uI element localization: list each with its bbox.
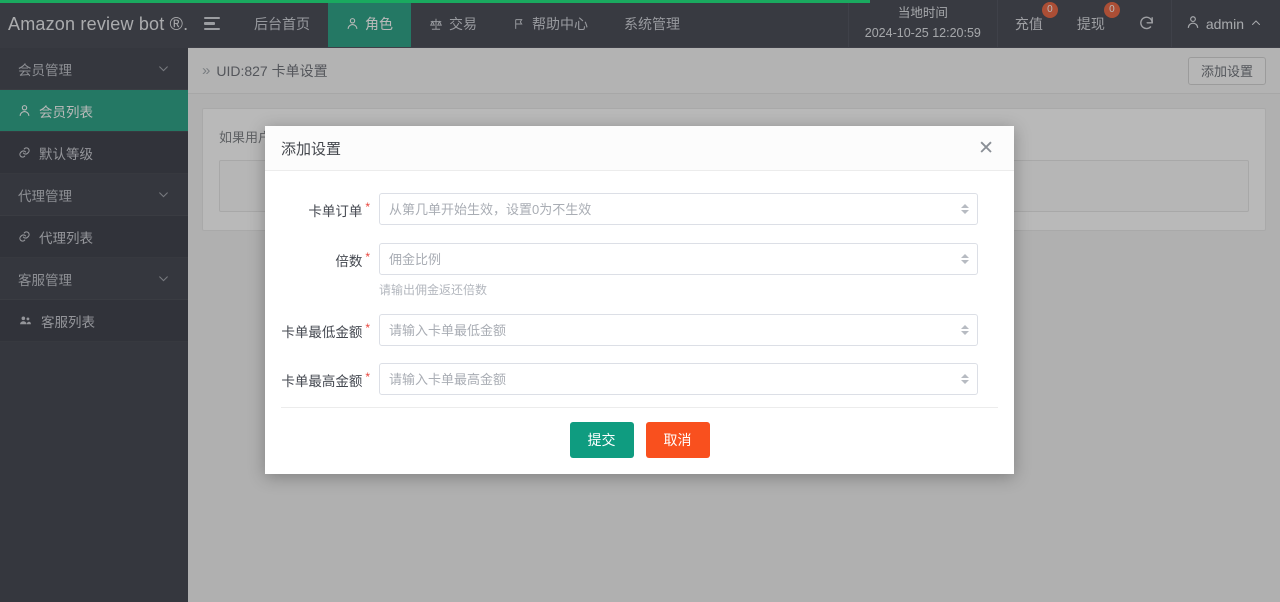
cancel-button[interactable]: 取消 — [645, 422, 710, 458]
required-marker: * — [365, 321, 370, 335]
multiplier-input[interactable] — [380, 244, 977, 274]
max-amount-stepper[interactable] — [958, 369, 972, 389]
form-label-card-order-text: 卡单订单 — [308, 204, 363, 219]
required-marker: * — [365, 200, 370, 214]
chevron-up-icon — [961, 325, 969, 329]
min-amount-stepper[interactable] — [958, 320, 972, 340]
chevron-up-icon — [961, 204, 969, 208]
min-amount-input-wrap[interactable] — [379, 314, 978, 346]
form-row-multiplier: 倍数 * — [265, 243, 1014, 275]
form-label-max-amount-text: 卡单最高金额 — [281, 374, 363, 389]
chevron-down-icon — [961, 210, 969, 214]
page-load-progress-bar — [0, 0, 871, 3]
card-order-input-wrap[interactable] — [379, 193, 978, 225]
form-label-min-amount: 卡单最低金额 * — [265, 314, 370, 341]
max-amount-input-wrap[interactable] — [379, 363, 978, 395]
dialog-body: 卡单订单 * 倍数 * — [265, 171, 1014, 399]
form-field-min-amount — [370, 314, 1014, 346]
form-label-multiplier-text: 倍数 — [335, 254, 363, 269]
multiplier-help-text: 请输出佣金返还倍数 — [379, 283, 488, 297]
dialog-header: 添加设置 ✕ — [265, 126, 1014, 171]
form-field-max-amount — [370, 363, 1014, 395]
multiplier-input-wrap[interactable] — [379, 243, 978, 275]
submit-button[interactable]: 提交 — [569, 422, 634, 458]
form-label-max-amount: 卡单最高金额 * — [265, 363, 370, 390]
chevron-down-icon — [961, 331, 969, 335]
close-icon[interactable]: ✕ — [974, 137, 998, 160]
chevron-down-icon — [961, 260, 969, 264]
form-label-min-amount-text: 卡单最低金额 — [281, 325, 363, 340]
form-label-card-order: 卡单订单 * — [265, 193, 370, 220]
dialog-title: 添加设置 — [281, 140, 342, 158]
required-marker: * — [365, 370, 370, 384]
chevron-up-icon — [961, 374, 969, 378]
form-row-min-amount: 卡单最低金额 * — [265, 314, 1014, 346]
form-row-max-amount: 卡单最高金额 * — [265, 363, 1014, 395]
multiplier-stepper[interactable] — [958, 249, 972, 269]
chevron-down-icon — [961, 380, 969, 384]
form-label-multiplier: 倍数 * — [265, 243, 370, 270]
card-order-stepper[interactable] — [958, 199, 972, 219]
add-setting-dialog: 添加设置 ✕ 卡单订单 * 倍数 * — [265, 126, 1014, 474]
min-amount-input[interactable] — [380, 315, 977, 345]
form-field-card-order — [370, 193, 1014, 225]
dialog-footer: 提交 取消 — [281, 407, 998, 474]
chevron-up-icon — [961, 254, 969, 258]
required-marker: * — [365, 250, 370, 264]
form-row-card-order: 卡单订单 * — [265, 193, 1014, 225]
form-field-multiplier — [370, 243, 1014, 275]
max-amount-input[interactable] — [380, 364, 977, 394]
card-order-input[interactable] — [380, 194, 977, 224]
